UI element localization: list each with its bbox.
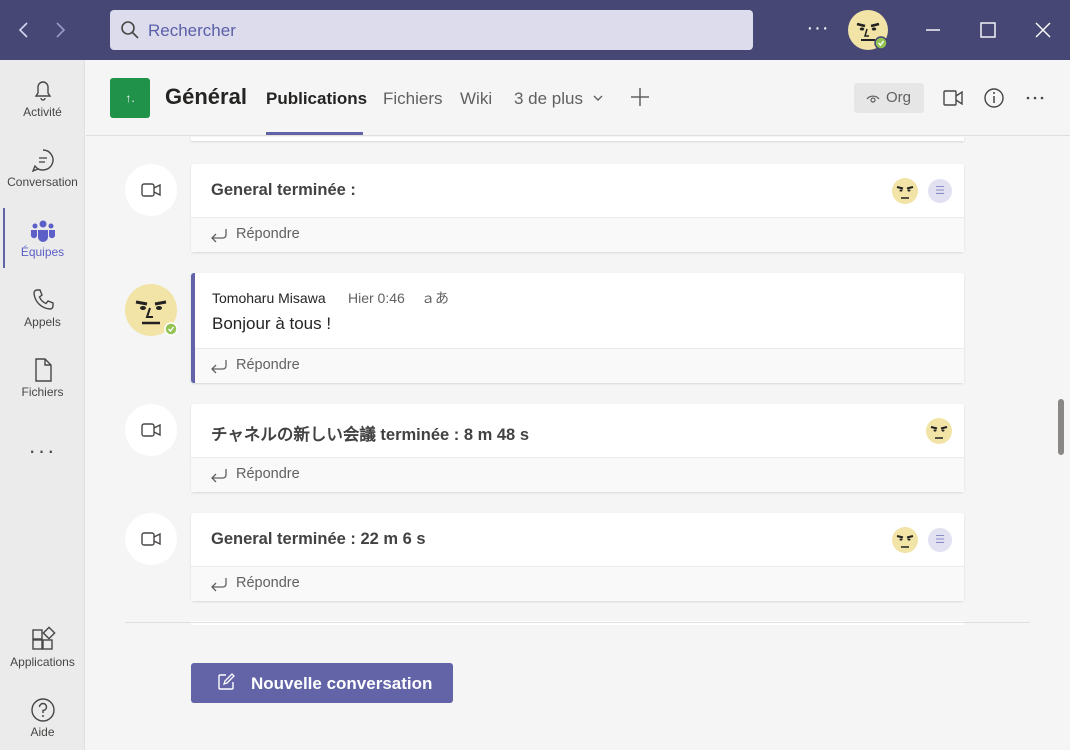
new-conversation-button[interactable]: Nouvelle conversation — [191, 663, 453, 703]
info-icon[interactable] — [983, 87, 1005, 109]
add-tab-icon[interactable] — [629, 86, 651, 108]
rail-item-help[interactable]: Aide — [0, 688, 85, 750]
rail-item-teams[interactable]: Équipes — [0, 208, 85, 270]
more-options-icon[interactable]: ··· — [805, 18, 831, 42]
reply-icon — [211, 229, 227, 243]
compose-icon — [218, 673, 235, 690]
more-options-icon[interactable] — [1024, 87, 1046, 109]
chat-icon — [31, 149, 54, 173]
rail-item-conversation[interactable]: Conversation — [0, 138, 85, 200]
search-icon — [121, 21, 139, 39]
message-author[interactable]: Tomoharu Misawa — [212, 290, 326, 306]
meeting-title: General terminée : 22 m 6 s — [211, 530, 426, 548]
meeting-post: General terminée : ☰ Répondre — [191, 164, 964, 252]
participants[interactable] — [926, 417, 952, 445]
reply-label: Répondre — [236, 466, 300, 482]
compose-divider — [125, 622, 1030, 623]
rail-label: Conversation — [7, 175, 78, 189]
participants[interactable]: ☰ — [892, 526, 952, 554]
reply-button[interactable]: Répondre — [191, 218, 964, 252]
user-avatar[interactable] — [848, 10, 888, 50]
app-rail: Activité Conversation Équipes Appels Fic… — [0, 60, 85, 750]
file-icon — [34, 358, 52, 382]
participant-avatar — [892, 178, 918, 204]
rail-label: Activité — [23, 105, 62, 119]
reply-icon — [211, 469, 227, 483]
reply-button[interactable]: Répondre — [195, 348, 964, 383]
tab-files[interactable]: Fichiers — [383, 89, 443, 109]
message-body: Bonjour à tous ! — [212, 314, 332, 333]
meeting-title: チャネルの新しい会議 terminée : 8 m 48 s — [211, 426, 529, 444]
rail-label: Équipes — [20, 245, 65, 259]
meet-icon[interactable] — [942, 87, 964, 109]
title-bar: Rechercher ··· — [0, 0, 1070, 60]
rail-label: Applications — [10, 655, 75, 669]
more-tabs-label: 3 de plus — [514, 89, 583, 108]
rail-label: Fichiers — [21, 385, 64, 399]
org-label: Org — [886, 89, 912, 106]
eye-icon — [866, 95, 880, 103]
more-apps-icon[interactable]: ··· — [0, 438, 85, 464]
channel-name: Général — [165, 84, 247, 109]
close-icon[interactable] — [1028, 15, 1058, 45]
help-icon — [30, 698, 55, 722]
org-button[interactable]: Org — [854, 83, 924, 113]
previous-post — [191, 137, 964, 141]
reply-label: Répondre — [236, 575, 300, 591]
video-icon — [141, 423, 161, 437]
reply-icon — [211, 578, 227, 592]
participant-avatar — [926, 418, 952, 444]
forward-icon[interactable] — [46, 16, 74, 44]
apps-icon — [31, 626, 56, 650]
meeting-title: General terminée : — [211, 181, 356, 199]
meeting-icon-wrapper — [125, 164, 177, 216]
search-placeholder: Rechercher — [148, 21, 236, 40]
reply-label: Répondre — [236, 357, 300, 373]
participants[interactable]: ☰ — [892, 177, 952, 205]
meeting-icon-wrapper — [125, 513, 177, 565]
scrollbar[interactable] — [1058, 399, 1064, 455]
tab-publications[interactable]: Publications — [266, 89, 367, 109]
teams-icon — [30, 220, 55, 242]
team-avatar-icon[interactable]: ↑. — [110, 78, 150, 118]
list-icon: ☰ — [928, 528, 952, 552]
rail-item-files[interactable]: Fichiers — [0, 348, 85, 410]
rail-label: Aide — [30, 725, 55, 739]
video-icon — [141, 532, 161, 546]
phone-icon — [32, 289, 54, 310]
meeting-post: チャネルの新しい会議 terminée : 8 m 48 s Répondre — [191, 404, 964, 492]
maximize-icon[interactable] — [973, 15, 1003, 45]
video-icon — [141, 183, 161, 197]
conversation-feed: General terminée : ☰ Répondre Tomoharu M… — [86, 137, 1070, 750]
list-icon: ☰ — [928, 179, 952, 203]
tab-wiki[interactable]: Wiki — [460, 89, 492, 109]
participant-avatar — [892, 527, 918, 553]
more-tabs-dropdown[interactable]: 3 de plus — [514, 89, 604, 109]
message-time: Hier 0:46 — [348, 290, 405, 306]
chevron-down-icon — [593, 95, 603, 101]
meeting-icon-wrapper — [125, 404, 177, 456]
bell-icon — [34, 81, 51, 101]
reply-button[interactable]: Répondre — [191, 567, 964, 601]
active-tab-indicator — [266, 132, 363, 135]
author-avatar[interactable] — [125, 284, 177, 336]
rail-item-applications[interactable]: Applications — [0, 618, 85, 680]
reply-button[interactable]: Répondre — [191, 458, 964, 492]
back-icon[interactable] — [10, 16, 38, 44]
rail-item-activity[interactable]: Activité — [0, 68, 85, 130]
meeting-post: General terminée : 22 m 6 s ☰ Répondre — [191, 513, 964, 601]
channel-header: ↑. Général Publications Fichiers Wiki 3 … — [86, 60, 1070, 136]
reply-label: Répondre — [236, 226, 300, 242]
minimize-icon[interactable] — [918, 15, 948, 45]
reply-icon — [211, 360, 227, 374]
rail-label: Appels — [24, 315, 61, 329]
message-post: Tomoharu Misawa Hier 0:46 ａあ Bonjour à t… — [191, 273, 964, 383]
translate-icon[interactable]: ａあ — [421, 288, 449, 308]
new-conversation-label: Nouvelle conversation — [251, 674, 433, 693]
rail-item-calls[interactable]: Appels — [0, 278, 85, 340]
search-input[interactable]: Rechercher — [110, 10, 753, 50]
